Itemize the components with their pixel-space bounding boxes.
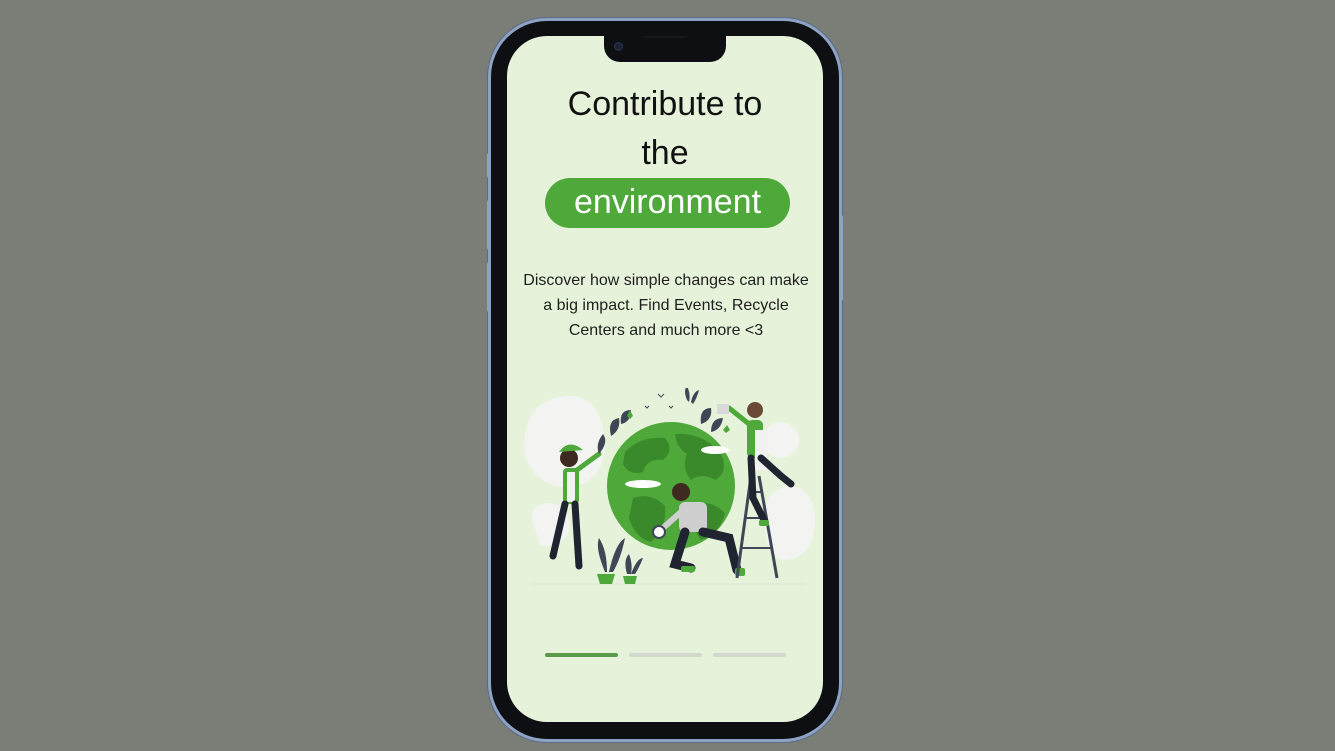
- title-line-1: Contribute to: [567, 85, 763, 123]
- highlight-pill: environment: [545, 178, 790, 228]
- onboarding-description: Discover how simple changes can make a b…: [523, 272, 809, 339]
- notch: [604, 36, 726, 62]
- title-line-2: the: [641, 134, 689, 172]
- power-button: [839, 215, 843, 301]
- pager-dot-2[interactable]: [629, 653, 702, 657]
- pager-dot-1[interactable]: [545, 653, 618, 657]
- onboarding-title: Contribute to the: [507, 80, 823, 178]
- speaker: [643, 36, 687, 38]
- earth-care-illustration: [524, 388, 815, 585]
- pager-dot-3[interactable]: [713, 653, 786, 657]
- camera-icon: [614, 42, 623, 51]
- volume-down-button: [487, 262, 491, 312]
- volume-up-button: [487, 200, 491, 250]
- mute-switch: [487, 153, 491, 178]
- onboarding-screen: Contribute to the environment Discover h…: [507, 36, 823, 722]
